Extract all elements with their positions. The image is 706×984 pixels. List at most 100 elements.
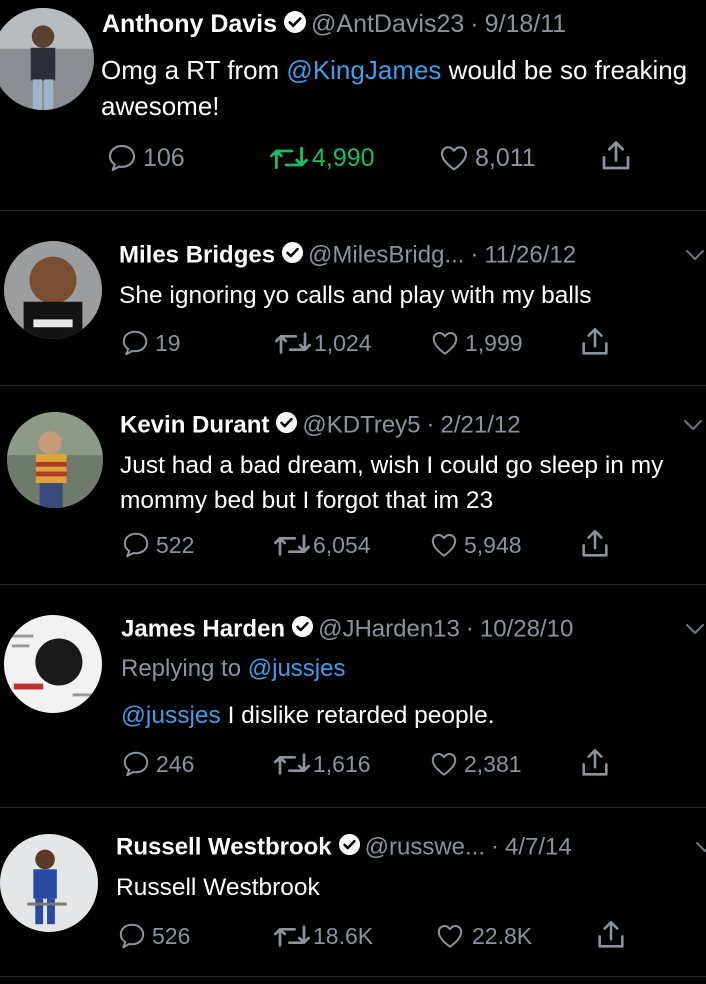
reply-button[interactable]: 19 xyxy=(119,328,181,358)
like-button[interactable]: 22.8K xyxy=(434,921,532,951)
separator-dot: · xyxy=(426,411,435,439)
like-icon xyxy=(437,925,463,948)
chevron-down-icon[interactable] xyxy=(694,839,706,860)
display-name[interactable]: Anthony Davis xyxy=(102,10,277,38)
retweet-button[interactable]: 1,024 xyxy=(273,328,372,358)
handle[interactable]: @russwe... xyxy=(365,833,485,860)
tweet-header: Anthony Davis @AntDavis23 · 9/18/11 xyxy=(102,10,566,41)
like-icon xyxy=(432,332,458,355)
tweet-text: She ignoring yo calls and play with my b… xyxy=(119,282,592,309)
like-button[interactable]: 5,948 xyxy=(428,530,522,560)
share-icon xyxy=(582,748,608,776)
verified-badge-icon xyxy=(283,10,307,41)
tweet-actions: 526 18.6K 22.8K xyxy=(0,918,706,955)
chevron-down-icon[interactable] xyxy=(682,417,704,438)
retweet-count: 1,616 xyxy=(313,750,371,777)
retweet-icon xyxy=(274,753,310,775)
share-button[interactable] xyxy=(578,746,612,780)
tweet[interactable]: Russell Westbrook @russwe... · 4/7/14 Russe… xyxy=(0,808,706,984)
share-button[interactable] xyxy=(598,138,634,174)
like-button[interactable]: 2,381 xyxy=(428,749,522,779)
share-button[interactable] xyxy=(594,918,628,952)
like-button[interactable]: 1,999 xyxy=(429,328,523,358)
separator-dot: · xyxy=(470,241,479,269)
reply-button[interactable]: 246 xyxy=(120,749,194,779)
avatar-photo xyxy=(7,412,103,508)
verified-badge-icon xyxy=(281,241,304,271)
tweet[interactable]: James Harden @JHarden13 · 10/28/10 Replying… xyxy=(0,585,706,807)
share-icon xyxy=(598,920,624,948)
mention-link[interactable]: @jussjes xyxy=(121,702,221,729)
tweet[interactable]: Kevin Durant @KDTrey5 · 2/21/12 Just had a … xyxy=(0,386,706,584)
reply-button[interactable]: 106 xyxy=(105,142,185,174)
reply-icon xyxy=(122,330,148,356)
tweet-text: Russell Westbrook xyxy=(116,874,320,901)
share-button[interactable] xyxy=(578,527,612,561)
tweet-actions: 19 1,024 1,999 xyxy=(0,325,706,362)
like-count: 2,381 xyxy=(464,750,522,777)
tweet[interactable]: Anthony Davis @AntDavis23 · 9/18/11 Omg a R… xyxy=(0,0,706,210)
handle[interactable]: @MilesBridg... xyxy=(308,241,464,268)
avatar[interactable] xyxy=(0,834,98,932)
tweet-header: Miles Bridges @MilesBridg... · 11/26/12 xyxy=(119,241,576,271)
tweet[interactable]: Miles Bridges @MilesBridg... · 11/26/12 She… xyxy=(0,211,706,385)
display-name[interactable]: Miles Bridges xyxy=(119,241,275,268)
reply-icon xyxy=(123,532,149,558)
tweet-date[interactable]: 2/21/12 xyxy=(441,411,521,438)
handle[interactable]: @JHarden13 xyxy=(318,615,460,642)
retweet-button[interactable]: 6,054 xyxy=(272,530,371,560)
like-count: 5,948 xyxy=(464,531,522,558)
share-icon xyxy=(582,327,608,355)
separator-dot: · xyxy=(465,615,474,643)
tweet-actions: 246 1,616 2,381 xyxy=(0,746,706,783)
retweet-count: 18.6K xyxy=(313,922,374,949)
tweet-feed: Anthony Davis @AntDavis23 · 9/18/11 Omg a R… xyxy=(0,0,706,984)
verified-badge-icon xyxy=(338,833,361,863)
separator-dot: · xyxy=(491,833,500,861)
avatar[interactable] xyxy=(7,412,103,508)
tweet-actions: 522 6,054 5,948 xyxy=(0,527,706,564)
reply-button[interactable]: 526 xyxy=(116,921,190,951)
retweet-icon xyxy=(274,534,310,556)
handle[interactable]: @KDTrey5 xyxy=(302,411,420,438)
avatar[interactable] xyxy=(4,241,102,339)
chevron-down-icon[interactable] xyxy=(684,247,706,268)
like-button[interactable]: 8,011 xyxy=(437,142,536,174)
verified-badge-icon xyxy=(275,411,298,441)
verified-badge-icon xyxy=(291,615,314,645)
reply-count: 19 xyxy=(155,329,181,356)
chevron-down-icon[interactable] xyxy=(684,621,706,642)
reply-icon xyxy=(119,923,145,949)
reply-button[interactable]: 522 xyxy=(120,530,194,560)
avatar[interactable] xyxy=(4,615,102,713)
tweet-text: Omg a RT from @KingJames would be so fre… xyxy=(101,52,701,124)
retweet-button[interactable]: 1,616 xyxy=(272,749,371,779)
tweet-date[interactable]: 10/28/10 xyxy=(480,615,573,642)
like-icon xyxy=(431,534,457,557)
replying-to-link[interactable]: @jussjes xyxy=(248,655,346,682)
tweet-header: Kevin Durant @KDTrey5 · 2/21/12 xyxy=(120,411,521,441)
tweet-date[interactable]: 4/7/14 xyxy=(505,833,572,860)
tweet-text: @jussjes I dislike retarded people. xyxy=(121,700,701,732)
retweet-icon xyxy=(274,925,310,947)
share-button[interactable] xyxy=(578,325,612,359)
tweet-header: James Harden @JHarden13 · 10/28/10 xyxy=(121,615,573,645)
avatar[interactable] xyxy=(0,8,94,110)
handle[interactable]: @AntDavis23 xyxy=(311,10,464,38)
separator-dot: · xyxy=(470,10,479,39)
like-count: 8,011 xyxy=(475,143,536,172)
retweet-count: 4,990 xyxy=(312,143,375,172)
tweet-divider xyxy=(0,976,706,977)
tweet-date[interactable]: 9/18/11 xyxy=(485,10,567,38)
text-fragment: Omg a RT from xyxy=(101,55,287,85)
mention-link[interactable]: @KingJames xyxy=(286,55,441,85)
share-icon xyxy=(582,529,608,557)
retweet-icon xyxy=(275,332,311,354)
display-name[interactable]: Kevin Durant xyxy=(120,411,269,438)
display-name[interactable]: Russell Westbrook xyxy=(116,833,332,860)
tweet-date[interactable]: 11/26/12 xyxy=(484,241,576,268)
display-name[interactable]: James Harden xyxy=(121,615,285,642)
reply-count: 106 xyxy=(143,143,185,172)
retweet-button[interactable]: 18.6K xyxy=(272,921,373,951)
retweet-button[interactable]: 4,990 xyxy=(268,142,375,174)
